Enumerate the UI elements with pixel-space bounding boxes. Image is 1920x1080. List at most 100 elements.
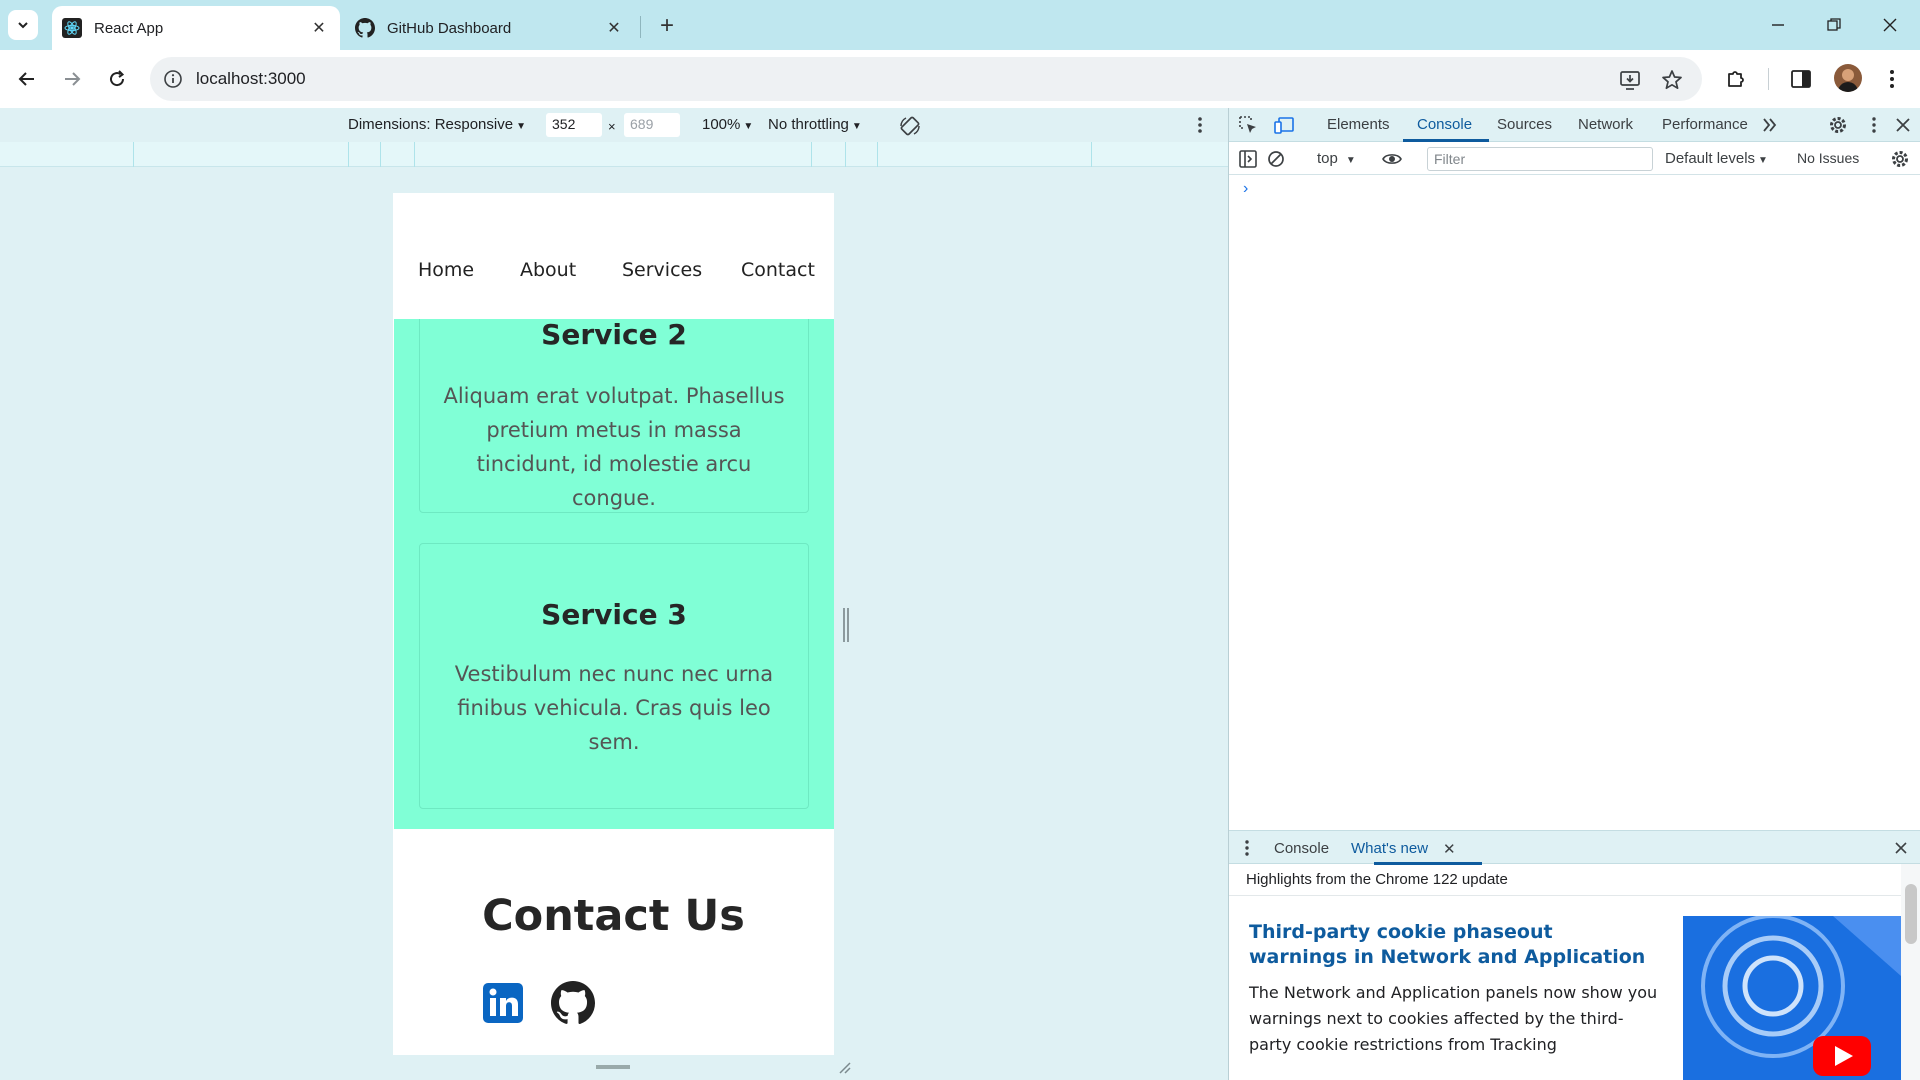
- more-vertical-icon[interactable]: [1863, 114, 1885, 136]
- context-selector[interactable]: top ▼: [1317, 150, 1356, 167]
- arrow-right-icon: [65, 72, 81, 86]
- times-sign: ×: [608, 119, 616, 134]
- devtools-drawer: Console What's new ✕ Highlights from the…: [1229, 830, 1920, 1080]
- new-tab-button[interactable]: +: [652, 12, 682, 40]
- chevron-down-icon: [18, 22, 28, 29]
- github-icon[interactable]: [551, 981, 595, 1025]
- service-title: Service 2: [541, 319, 687, 351]
- service-card: Service 3 Vestibulum nec nunc nec urna f…: [419, 543, 809, 809]
- drawer-scrollbar[interactable]: [1901, 864, 1920, 1080]
- drawer-tab-console[interactable]: Console: [1274, 840, 1329, 857]
- browser-menu-button[interactable]: [1878, 65, 1906, 93]
- article-title[interactable]: Third-party cookie phaseout warnings in …: [1249, 920, 1649, 970]
- tab-github-dashboard[interactable]: GitHub Dashboard ✕: [345, 6, 635, 50]
- close-icon[interactable]: [1892, 114, 1914, 136]
- sidebar-toggle-icon[interactable]: [1237, 148, 1259, 170]
- react-icon: [62, 18, 82, 38]
- devtools-tab-console[interactable]: Console: [1417, 116, 1472, 133]
- window-close-button[interactable]: [1862, 0, 1918, 50]
- clear-console-icon[interactable]: [1265, 148, 1287, 170]
- close-icon[interactable]: ✕: [603, 17, 625, 39]
- console-filter-input[interactable]: Filter: [1427, 147, 1653, 171]
- emulated-viewport: Home About Services Contact Service 2 Al…: [393, 193, 834, 1055]
- arrow-left-icon: [18, 72, 34, 86]
- nav-link-contact[interactable]: Contact: [741, 259, 815, 281]
- console-prompt[interactable]: ›: [1243, 180, 1248, 198]
- url-text[interactable]: localhost:3000: [196, 69, 306, 89]
- tab-search-button[interactable]: [8, 10, 38, 40]
- drawer-tab-whats-new[interactable]: What's new: [1351, 840, 1428, 857]
- height-input[interactable]: 689: [624, 113, 680, 137]
- toolbar-separator: [1768, 68, 1769, 90]
- back-button[interactable]: [11, 63, 43, 95]
- linkedin-icon[interactable]: [481, 981, 525, 1025]
- more-vertical-icon[interactable]: [1244, 839, 1250, 857]
- width-input[interactable]: 352: [546, 113, 602, 137]
- throttling-dropdown[interactable]: No throttling ▼: [768, 116, 862, 133]
- service-title: Service 3: [541, 598, 687, 631]
- tab-strip: React App ✕ GitHub Dashboard ✕ +: [0, 0, 1920, 50]
- restore-icon: [1827, 18, 1841, 31]
- bookmark-star-icon[interactable]: [1660, 68, 1684, 92]
- devtools-tab-network[interactable]: Network: [1578, 116, 1633, 133]
- close-drawer-icon[interactable]: [1894, 841, 1908, 855]
- devtools-tab-performance[interactable]: Performance: [1662, 116, 1748, 133]
- dimensions-dropdown[interactable]: Dimensions: Responsive ▼: [348, 116, 526, 133]
- service-description: Vestibulum nec nunc nec urna finibus veh…: [454, 662, 774, 754]
- puzzle-icon: [1728, 71, 1744, 87]
- device-toolbar: Dimensions: Responsive ▼ 352 × 689 100% ▼ …: [0, 108, 1228, 142]
- browser-toolbar: localhost:3000: [0, 50, 1920, 108]
- forward-button[interactable]: [56, 63, 88, 95]
- rotate-icon[interactable]: [898, 114, 922, 138]
- minimize-button[interactable]: [1750, 0, 1806, 50]
- devtools-panel: Elements Console Sources Network Perform…: [1228, 108, 1920, 1080]
- tab-separator: [640, 16, 641, 38]
- services-section: Service 2 Aliquam erat volutpat. Phasell…: [394, 319, 834, 829]
- close-icon: [1883, 18, 1897, 32]
- zoom-dropdown[interactable]: 100% ▼: [702, 116, 753, 133]
- settings-gear-icon[interactable]: [1827, 114, 1849, 136]
- resize-corner-icon[interactable]: [835, 1058, 851, 1074]
- site-navbar: Home About Services Contact: [393, 193, 834, 319]
- site-info-icon[interactable]: [162, 68, 184, 90]
- more-tabs-chevron-icon[interactable]: [1759, 114, 1781, 136]
- address-bar[interactable]: localhost:3000: [150, 57, 1702, 101]
- viewport-resize-handle-bottom[interactable]: [596, 1065, 630, 1069]
- viewport-resize-handle-right[interactable]: [843, 608, 849, 642]
- github-icon: [355, 18, 375, 38]
- tab-react-app[interactable]: React App ✕: [52, 6, 340, 50]
- devtools-main-toolbar: Elements Console Sources Network Perform…: [1229, 108, 1920, 142]
- console-toolbar: top ▼ Filter Default levels ▼ No Issues: [1229, 142, 1920, 175]
- close-icon[interactable]: ✕: [308, 17, 330, 39]
- device-toolbar-icon[interactable]: [1273, 114, 1295, 136]
- service-card: Service 2 Aliquam erat volutpat. Phasell…: [419, 319, 809, 513]
- nav-link-about[interactable]: About: [520, 259, 576, 281]
- drawer-tabbar: Console What's new ✕: [1229, 830, 1920, 865]
- tab-title: React App: [94, 19, 164, 37]
- nav-link-home[interactable]: Home: [418, 259, 474, 281]
- contact-heading: Contact Us: [482, 891, 745, 941]
- reload-button[interactable]: [101, 63, 133, 95]
- media-query-ruler[interactable]: [0, 142, 1228, 167]
- devtools-tab-sources[interactable]: Sources: [1497, 116, 1552, 133]
- minimize-icon: [1772, 24, 1784, 26]
- console-settings-gear-icon[interactable]: [1889, 148, 1911, 170]
- more-vertical-icon: [1890, 70, 1894, 88]
- nav-link-services[interactable]: Services: [622, 259, 702, 281]
- service-description: Aliquam erat volutpat. Phasellus pretium…: [443, 384, 785, 510]
- issues-counter[interactable]: No Issues: [1797, 150, 1859, 166]
- profile-avatar[interactable]: [1834, 64, 1862, 92]
- install-app-icon[interactable]: [1618, 68, 1642, 92]
- more-vertical-icon[interactable]: [1197, 116, 1203, 134]
- tab-title: GitHub Dashboard: [387, 19, 512, 37]
- inspect-element-icon[interactable]: [1237, 114, 1259, 136]
- side-panel-button[interactable]: [1787, 65, 1815, 93]
- extensions-button[interactable]: [1722, 65, 1750, 93]
- restore-button[interactable]: [1806, 0, 1862, 50]
- devtools-tab-elements[interactable]: Elements: [1327, 116, 1390, 133]
- log-levels-dropdown[interactable]: Default levels ▼: [1665, 150, 1768, 167]
- close-icon[interactable]: ✕: [1443, 840, 1456, 858]
- eye-icon[interactable]: [1381, 148, 1403, 170]
- reload-icon: [110, 70, 125, 87]
- side-panel-icon: [1791, 70, 1811, 88]
